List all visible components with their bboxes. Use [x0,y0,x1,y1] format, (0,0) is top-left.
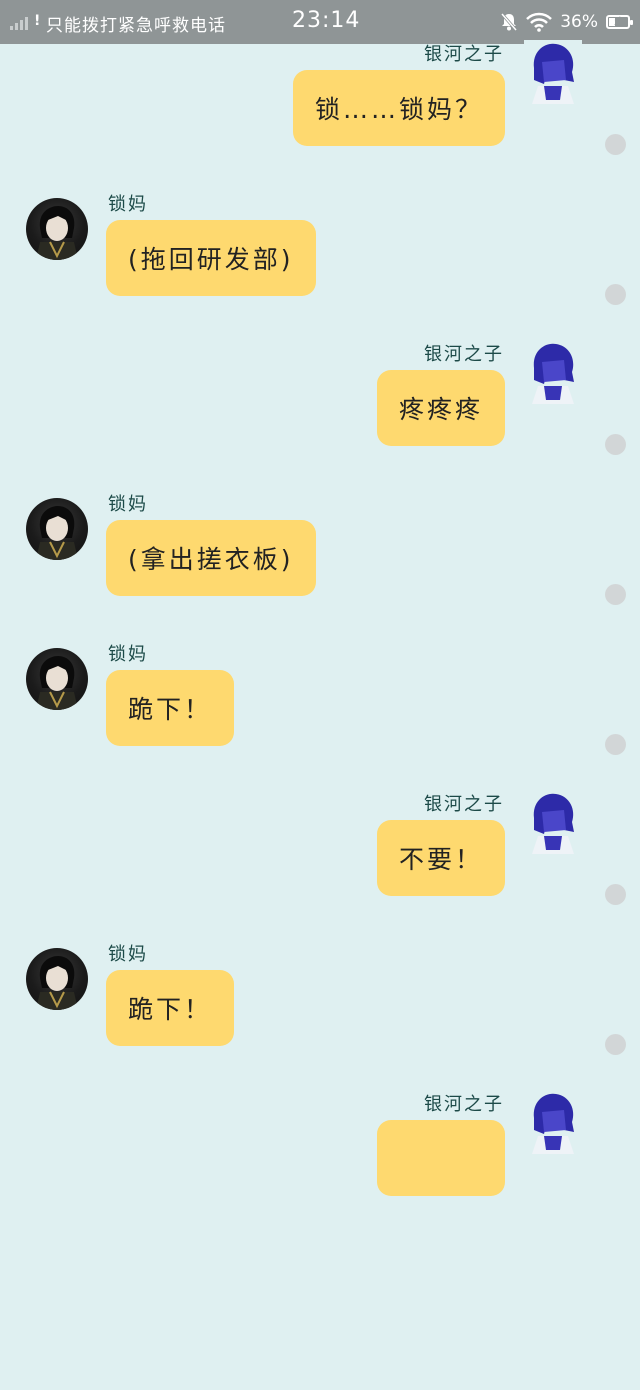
sender-name: 锁妈 [108,194,148,215]
message-row: 银河之子 [0,1090,640,1390]
read-status-dot [605,1034,626,1055]
sender-name: 银河之子 [424,794,504,815]
avatar[interactable] [26,498,88,560]
wifi-icon [526,12,553,32]
chat-area[interactable]: 银河之子 锁……锁妈？ 锁妈 (拖回研发部) 银河之子 疼疼疼 锁妈 (拿出搓衣… [0,40,640,1196]
sender-name: 锁妈 [108,644,148,665]
avatar[interactable] [26,198,88,260]
message-bubble[interactable]: (拖回研发部) [106,220,316,296]
message-bubble[interactable]: 跪下！ [106,670,235,746]
avatar[interactable] [524,40,582,104]
signal-mark: ! [34,13,41,29]
sender-name: 银河之子 [424,344,504,365]
sender-name: 锁妈 [108,944,148,965]
sender-name: 银河之子 [424,44,504,65]
status-bar: ! 只能拨打紧急呼救电话 23:14 36% ⚡ [0,0,640,44]
clock: 23:14 [292,8,361,33]
read-status-dot [605,734,626,755]
signal-icon: ! [10,13,41,30]
battery-charging-icon: ⚡ [606,14,633,29]
message-bubble[interactable]: 锁……锁妈？ [292,70,505,146]
message-bubble[interactable]: 跪下！ [106,970,235,1046]
read-status-dot [605,134,626,155]
sender-name: 锁妈 [108,494,148,515]
avatar[interactable] [524,340,582,404]
message-bubble[interactable] [377,1120,505,1196]
read-status-dot [605,434,626,455]
sender-name: 银河之子 [424,1094,504,1115]
mute-bell-icon [501,13,518,31]
avatar[interactable] [524,790,582,854]
message-bubble[interactable]: 不要！ [376,820,505,896]
avatar[interactable] [524,1090,582,1154]
message-bubble[interactable]: 疼疼疼 [376,370,505,446]
avatar[interactable] [26,948,88,1010]
message-bubble[interactable]: (拿出搓衣板) [106,520,316,596]
battery-percent: 36% [560,12,598,32]
carrier-text: 只能拨打紧急呼救电话 [46,16,226,36]
avatar[interactable] [26,648,88,710]
read-status-dot [605,584,626,605]
read-status-dot [605,284,626,305]
read-status-dot [605,884,626,905]
